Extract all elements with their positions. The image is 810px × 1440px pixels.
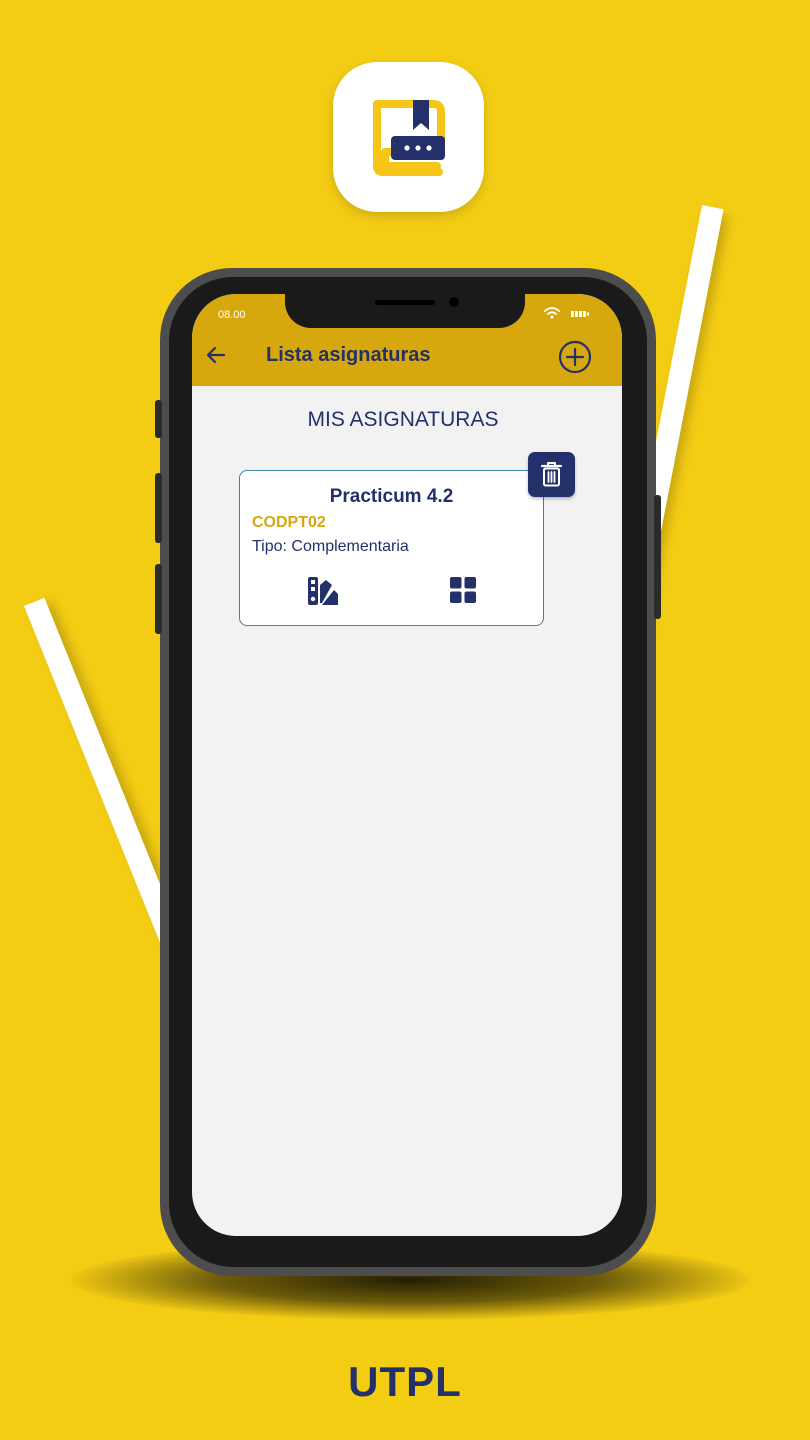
back-button[interactable]: [204, 343, 228, 367]
page-title: Lista asignaturas: [266, 344, 431, 366]
brand-name: UTPL: [348, 1358, 462, 1405]
grid-icon: [450, 577, 476, 603]
palette-swatch-icon: [308, 577, 338, 605]
front-camera: [449, 297, 459, 307]
delete-subject-button[interactable]: [528, 452, 575, 497]
trash-icon: [540, 462, 563, 487]
back-arrow-icon: [206, 346, 226, 364]
add-circle-icon: [558, 340, 592, 374]
phone-button-power: [654, 495, 661, 619]
status-time: 08.00: [218, 309, 246, 321]
subject-code: CODPT02: [252, 514, 326, 531]
phone-button-mute: [155, 400, 162, 438]
app-logo-icon: [373, 100, 445, 176]
subject-type: Tipo: Complementaria: [252, 538, 409, 555]
add-subject-button[interactable]: [558, 340, 592, 374]
subject-grid-button[interactable]: [450, 577, 476, 603]
subject-palette-button[interactable]: [307, 576, 338, 606]
phone-button-volume-down: [155, 564, 162, 634]
subject-card[interactable]: Practicum 4.2 CODPT02 Tipo: Complementar…: [239, 470, 544, 626]
app-bar: 08.00 Lista asignaturas: [192, 294, 622, 386]
section-title: MIS ASIGNATURAS: [307, 408, 499, 431]
wifi-icon: [543, 307, 560, 319]
app-logo: [333, 62, 484, 212]
status-icons: [543, 306, 592, 324]
phone-button-volume-up: [155, 473, 162, 543]
phone-screen: 08.00 Lista asignaturas MIS ASIGNATURAS …: [192, 294, 622, 1236]
battery-icon: [571, 311, 589, 317]
notch: [285, 294, 525, 328]
speaker-grille: [375, 300, 435, 305]
subject-name: Practicum 4.2: [329, 486, 454, 507]
